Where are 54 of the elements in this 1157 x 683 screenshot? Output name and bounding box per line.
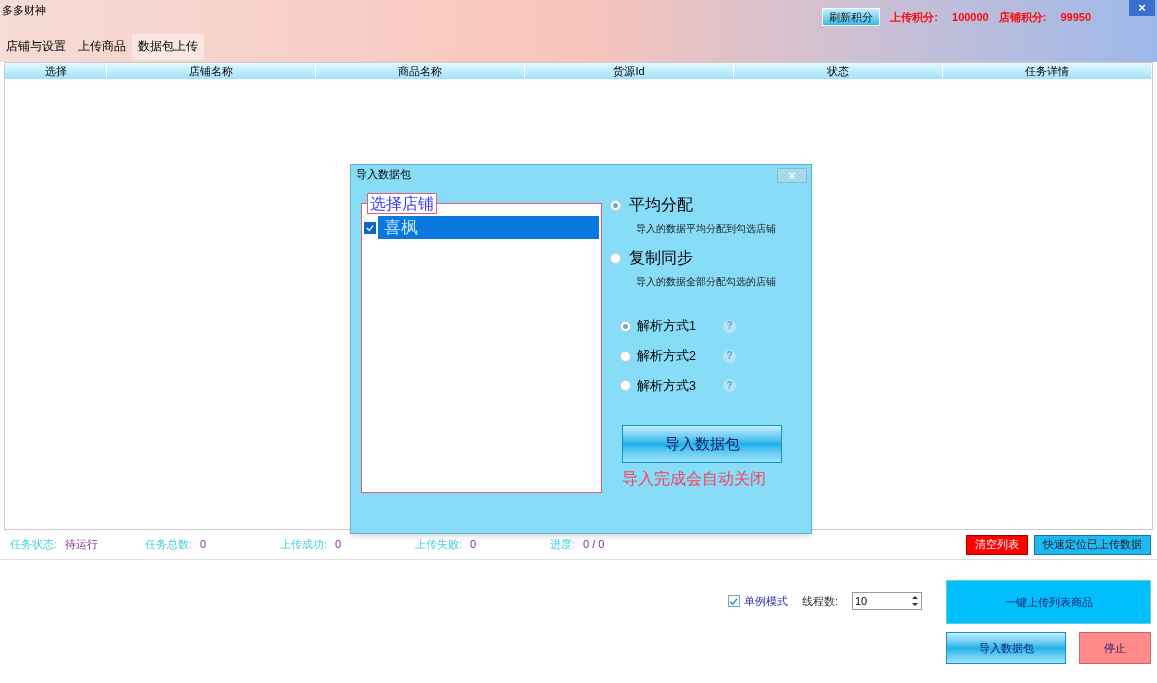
radio-button[interactable]	[620, 320, 631, 332]
action-button[interactable]: 导入数据包	[946, 632, 1066, 664]
column-header: 状态	[734, 63, 943, 79]
threads-spinner[interactable]: 10	[852, 592, 922, 610]
tab[interactable]: 上传商品	[72, 34, 132, 60]
column-header: 任务详情	[943, 63, 1152, 79]
parse-mode-label: 解析方式1	[637, 318, 697, 335]
checkbox-label: 单例模式	[743, 593, 788, 609]
parse-mode-label: 解析方式2	[637, 347, 697, 365]
check-icon	[729, 596, 739, 606]
toolbar-button[interactable]: 清空列表	[966, 534, 1028, 555]
toolbar-button[interactable]: 快速定位已上传数据	[1034, 534, 1151, 555]
upload-all-button[interactable]: 一键上传列表商品	[946, 580, 1151, 624]
stat-label: 上传积分:	[890, 9, 938, 25]
group-title: 选择店铺	[367, 193, 437, 214]
column-header: 店铺名称	[107, 63, 316, 79]
parse-mode-label: 解析方式3	[637, 377, 697, 395]
import-button[interactable]: 导入数据包	[622, 425, 782, 464]
threads-label: 线程数:	[801, 593, 838, 609]
mode-description: 导入的数据平均分配到勾选店铺	[635, 222, 777, 236]
dialog-title: 导入数据包	[356, 167, 411, 183]
auto-close-note: 导入完成会自动关闭	[622, 469, 767, 490]
radio-button[interactable]	[610, 252, 621, 264]
shop-checkbox[interactable]	[364, 221, 376, 234]
stat-value: 100000	[952, 9, 989, 25]
status-label: 进度:	[550, 537, 576, 553]
action-button[interactable]: 停止	[1079, 632, 1151, 664]
check-icon	[366, 223, 374, 232]
status-label: 任务总数:	[145, 537, 193, 553]
mode-label: 复制同步	[629, 248, 693, 268]
window-title: 多多财神	[1, 3, 46, 18]
refresh-button[interactable]: 刷新积分	[822, 8, 881, 26]
radio-button[interactable]	[620, 350, 631, 362]
stat-label: 店铺积分:	[998, 9, 1047, 25]
column-header: 选择	[5, 63, 107, 79]
stat-value: 99950	[1060, 9, 1091, 25]
status-value: 待运行	[65, 537, 99, 553]
radio-button[interactable]	[620, 380, 631, 392]
mode-description: 导入的数据全部分配勾选的店铺	[635, 275, 777, 289]
tab[interactable]: 店铺与设置	[0, 34, 72, 60]
status-label: 任务状态:	[10, 537, 58, 553]
status-value: 0	[335, 537, 342, 553]
status-value: 0 / 0	[583, 537, 605, 553]
mode-label: 平均分配	[629, 195, 693, 215]
tab[interactable]: 数据包上传	[132, 34, 204, 60]
column-header: 商品名称	[316, 63, 525, 79]
radio-button[interactable]	[610, 199, 621, 211]
status-label: 上传失败:	[415, 537, 463, 553]
close-button[interactable]: ×	[1129, 0, 1155, 16]
status-value: 0	[200, 537, 207, 553]
column-header: 货源Id	[525, 63, 734, 79]
status-value: 0	[470, 537, 477, 553]
single-mode-checkbox[interactable]	[727, 595, 740, 607]
status-label: 上传成功:	[280, 537, 328, 553]
